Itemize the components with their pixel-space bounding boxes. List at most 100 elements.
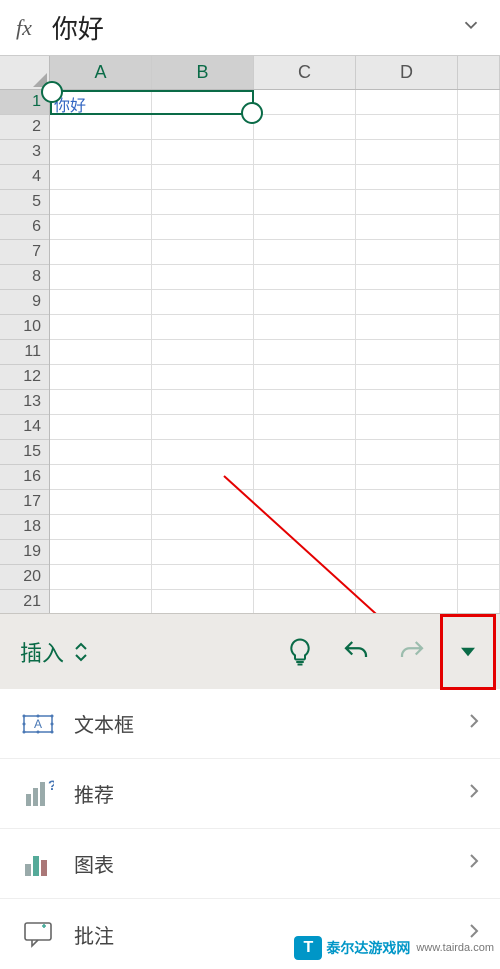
cell-C16[interactable]	[254, 465, 356, 489]
row-header-11[interactable]: 11	[0, 340, 49, 365]
cell-B11[interactable]	[152, 340, 254, 364]
cell-B5[interactable]	[152, 190, 254, 214]
chevron-updown-icon[interactable]	[72, 640, 90, 664]
row-header-19[interactable]: 19	[0, 540, 49, 565]
fx-icon[interactable]: fx	[16, 15, 32, 41]
cell-C21[interactable]	[254, 590, 356, 613]
cell-A8[interactable]	[50, 265, 152, 289]
cell-D10[interactable]	[356, 315, 458, 339]
cell-D13[interactable]	[356, 390, 458, 414]
cell-B10[interactable]	[152, 315, 254, 339]
cell-C12[interactable]	[254, 365, 356, 389]
cell-C11[interactable]	[254, 340, 356, 364]
cell-A5[interactable]	[50, 190, 152, 214]
row-header-4[interactable]: 4	[0, 165, 49, 190]
cell-B18[interactable]	[152, 515, 254, 539]
row-header-1[interactable]: 1	[0, 90, 49, 115]
cell-B21[interactable]	[152, 590, 254, 613]
cell-C1[interactable]	[254, 90, 356, 114]
cell-C6[interactable]	[254, 215, 356, 239]
menu-item-recommend[interactable]: ?推荐	[0, 759, 500, 829]
cell-C3[interactable]	[254, 140, 356, 164]
cell-B9[interactable]	[152, 290, 254, 314]
cell-B12[interactable]	[152, 365, 254, 389]
cell-D15[interactable]	[356, 440, 458, 464]
cell-B20[interactable]	[152, 565, 254, 589]
row-header-12[interactable]: 12	[0, 365, 49, 390]
cell-A19[interactable]	[50, 540, 152, 564]
cell-A9[interactable]	[50, 290, 152, 314]
column-header-A[interactable]: A	[50, 56, 152, 89]
cell-D19[interactable]	[356, 540, 458, 564]
row-header-7[interactable]: 7	[0, 240, 49, 265]
cell-C5[interactable]	[254, 190, 356, 214]
row-header-18[interactable]: 18	[0, 515, 49, 540]
cell-C4[interactable]	[254, 165, 356, 189]
row-header-2[interactable]: 2	[0, 115, 49, 140]
cell-C18[interactable]	[254, 515, 356, 539]
cell-D5[interactable]	[356, 190, 458, 214]
column-header-C[interactable]: C	[254, 56, 356, 89]
cell-B19[interactable]	[152, 540, 254, 564]
cell-D6[interactable]	[356, 215, 458, 239]
row-header-3[interactable]: 3	[0, 140, 49, 165]
cell-D21[interactable]	[356, 590, 458, 613]
cell-D2[interactable]	[356, 115, 458, 139]
column-header-D[interactable]: D	[356, 56, 458, 89]
row-header-9[interactable]: 9	[0, 290, 49, 315]
row-header-8[interactable]: 8	[0, 265, 49, 290]
row-header-10[interactable]: 10	[0, 315, 49, 340]
row-header-21[interactable]: 21	[0, 590, 49, 613]
cell-A14[interactable]	[50, 415, 152, 439]
cell-D12[interactable]	[356, 365, 458, 389]
cell-D14[interactable]	[356, 415, 458, 439]
cell-A17[interactable]	[50, 490, 152, 514]
cell-B2[interactable]	[152, 115, 254, 139]
cell-C2[interactable]	[254, 115, 356, 139]
cell-A6[interactable]	[50, 215, 152, 239]
row-header-17[interactable]: 17	[0, 490, 49, 515]
cell-D9[interactable]	[356, 290, 458, 314]
cell-A10[interactable]	[50, 315, 152, 339]
toolbar-mode-label[interactable]: 插入	[20, 636, 64, 668]
cell-D11[interactable]	[356, 340, 458, 364]
undo-button[interactable]	[328, 624, 384, 680]
cell-D1[interactable]	[356, 90, 458, 114]
cell-D8[interactable]	[356, 265, 458, 289]
row-header-13[interactable]: 13	[0, 390, 49, 415]
cell-D7[interactable]	[356, 240, 458, 264]
row-header-15[interactable]: 15	[0, 440, 49, 465]
collapse-toolbar-button[interactable]	[440, 614, 496, 690]
cell-C8[interactable]	[254, 265, 356, 289]
cell-B1[interactable]	[152, 90, 254, 114]
cell-B16[interactable]	[152, 465, 254, 489]
row-header-14[interactable]: 14	[0, 415, 49, 440]
formula-value[interactable]: 你好	[52, 9, 452, 46]
cell-A7[interactable]	[50, 240, 152, 264]
cell-D4[interactable]	[356, 165, 458, 189]
cell-B8[interactable]	[152, 265, 254, 289]
cell-C10[interactable]	[254, 315, 356, 339]
cell-B6[interactable]	[152, 215, 254, 239]
cell-A21[interactable]	[50, 590, 152, 613]
row-header-5[interactable]: 5	[0, 190, 49, 215]
cell-A11[interactable]	[50, 340, 152, 364]
cell-A4[interactable]	[50, 165, 152, 189]
cell-B3[interactable]	[152, 140, 254, 164]
cell-D3[interactable]	[356, 140, 458, 164]
menu-item-textbox[interactable]: A文本框	[0, 689, 500, 759]
cell-A18[interactable]	[50, 515, 152, 539]
chevron-down-icon[interactable]	[452, 14, 490, 41]
cell-D17[interactable]	[356, 490, 458, 514]
cell-B14[interactable]	[152, 415, 254, 439]
cell-A1[interactable]: 你好	[50, 90, 152, 114]
cell-C13[interactable]	[254, 390, 356, 414]
cell-D20[interactable]	[356, 565, 458, 589]
cell-A12[interactable]	[50, 365, 152, 389]
cell-C19[interactable]	[254, 540, 356, 564]
cell-B7[interactable]	[152, 240, 254, 264]
cell-B15[interactable]	[152, 440, 254, 464]
cell-C14[interactable]	[254, 415, 356, 439]
row-header-6[interactable]: 6	[0, 215, 49, 240]
cell-A16[interactable]	[50, 465, 152, 489]
